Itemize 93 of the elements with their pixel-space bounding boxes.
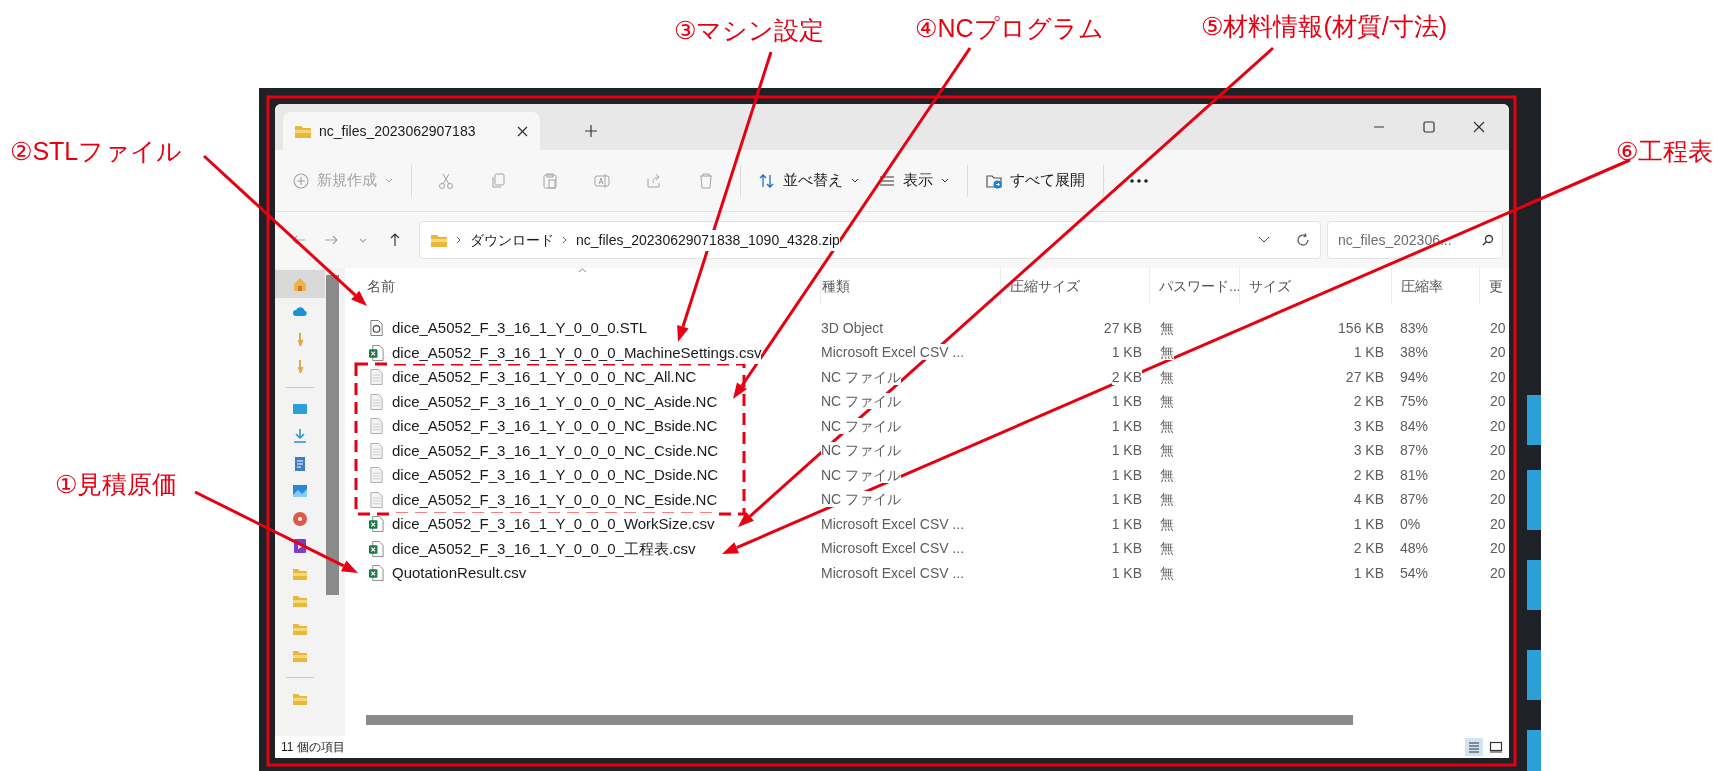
file-type: NC ファイル	[821, 417, 902, 434]
file-icon	[369, 393, 384, 410]
trash-icon	[698, 172, 714, 189]
annotation-label: ⑥工程表	[1616, 138, 1714, 166]
file-icon	[369, 320, 384, 337]
folder-icon	[295, 124, 311, 138]
folder-icon	[430, 233, 448, 247]
password-text: 無	[1160, 393, 1174, 410]
close-icon[interactable]	[1473, 121, 1485, 133]
home-icon[interactable]	[292, 275, 308, 292]
password-text: 無	[1160, 319, 1174, 336]
add-icon	[293, 172, 309, 189]
password-text: 無	[1160, 515, 1174, 532]
toolbar-button[interactable]: 並べ替え	[749, 160, 869, 201]
background-tile	[1527, 470, 1541, 530]
document-icon[interactable]	[292, 455, 308, 472]
password-text: 無	[1160, 466, 1174, 483]
compressed-size: 2 KB	[1111, 368, 1142, 385]
share-icon	[646, 172, 662, 189]
search-icon[interactable]	[1482, 234, 1494, 246]
chevron-icon	[385, 177, 393, 184]
clipboard-icon	[542, 172, 558, 189]
item-count: 11 個の項目	[281, 739, 345, 756]
file-icon	[369, 491, 384, 508]
refresh-icon[interactable]	[1296, 233, 1310, 247]
sort-icon[interactable]	[578, 268, 587, 273]
toolbar-button[interactable]: すべて展開	[976, 160, 1095, 201]
annotation-label: ①見積原価	[55, 471, 178, 499]
password-text: 無	[1160, 368, 1174, 385]
background-tile	[1527, 730, 1541, 771]
details-view-icon	[1467, 740, 1481, 754]
breadcrumb-item[interactable]: nc_files_20230629071838_1090_4328.zip	[576, 229, 840, 251]
folder-icon[interactable]	[292, 593, 308, 610]
toolbar-button[interactable]: 表示	[869, 160, 959, 201]
address-bar[interactable]: ダウンロード nc_files_20230629071838_1090_4328.zip	[419, 221, 1321, 259]
annotation-label: ③マシン設定	[674, 17, 825, 45]
password-text: 無	[1160, 344, 1174, 361]
chevron-right-icon	[562, 236, 568, 244]
annotation-label: ②STLファイル	[10, 138, 183, 166]
column-header[interactable]: パスワード...	[1150, 268, 1240, 304]
chevron-icon	[941, 177, 949, 184]
file-icon	[369, 369, 384, 386]
dropdown-icon[interactable]	[1258, 236, 1270, 244]
folder-icon[interactable]	[292, 648, 308, 665]
download-icon[interactable]	[292, 428, 308, 445]
tiles-view-icon	[1489, 740, 1503, 754]
column-header[interactable]: 更	[1480, 268, 1509, 304]
file-type: NC ファイル	[821, 442, 902, 459]
file-type: 3D Object	[821, 319, 884, 336]
scissors-icon	[438, 172, 454, 189]
file-icon	[369, 418, 384, 435]
file-type: NC ファイル	[821, 368, 902, 385]
copy-icon	[490, 172, 506, 189]
sort-icon	[759, 172, 775, 189]
file-icon	[369, 540, 384, 557]
file-icon	[369, 344, 384, 361]
more-icon	[1130, 178, 1148, 183]
file-icon	[369, 467, 384, 484]
column-header[interactable]: サイズ	[1240, 268, 1392, 304]
close-icon[interactable]	[517, 125, 528, 137]
annotation-label: ④NCプログラム	[915, 15, 1104, 43]
file-type: NC ファイル	[821, 491, 902, 508]
folder-icon	[986, 172, 1002, 189]
column-header[interactable]: 圧縮率	[1392, 268, 1480, 304]
file-icon	[369, 565, 384, 582]
maximize-icon[interactable]	[1423, 121, 1435, 133]
password-text: 無	[1160, 442, 1174, 459]
file-type: Microsoft Excel CSV ...	[821, 515, 965, 532]
password-text: 無	[1160, 417, 1174, 434]
annotation-label: ⑤材料情報(材質/寸法)	[1201, 13, 1447, 41]
background-tile	[1527, 650, 1541, 700]
picture-icon[interactable]	[292, 483, 308, 500]
scrollbar-thumb[interactable]	[366, 715, 1353, 725]
password-text: 無	[1160, 564, 1174, 581]
file-icon	[369, 442, 384, 459]
column-header[interactable]: 名前	[366, 268, 821, 304]
background-tile	[1527, 395, 1541, 445]
music-icon[interactable]	[292, 510, 308, 527]
tab[interactable]: nc_files_2023062907183	[283, 112, 540, 150]
password-text: 無	[1160, 540, 1174, 557]
chevron-icon	[851, 177, 859, 184]
background-tile	[1527, 560, 1541, 610]
rename-icon	[594, 172, 610, 189]
column-header[interactable]: 種類	[821, 268, 1001, 304]
file-type: NC ファイル	[821, 466, 902, 483]
file-type: Microsoft Excel CSV ...	[821, 564, 965, 581]
file-type: NC ファイル	[821, 393, 902, 410]
file-icon	[369, 516, 384, 533]
file-type: Microsoft Excel CSV ...	[821, 344, 965, 361]
new-tab-icon[interactable]	[585, 125, 597, 137]
password-text: 無	[1160, 491, 1174, 508]
scrollbar-thumb[interactable]	[326, 275, 339, 595]
chevron-right-icon	[456, 236, 462, 244]
